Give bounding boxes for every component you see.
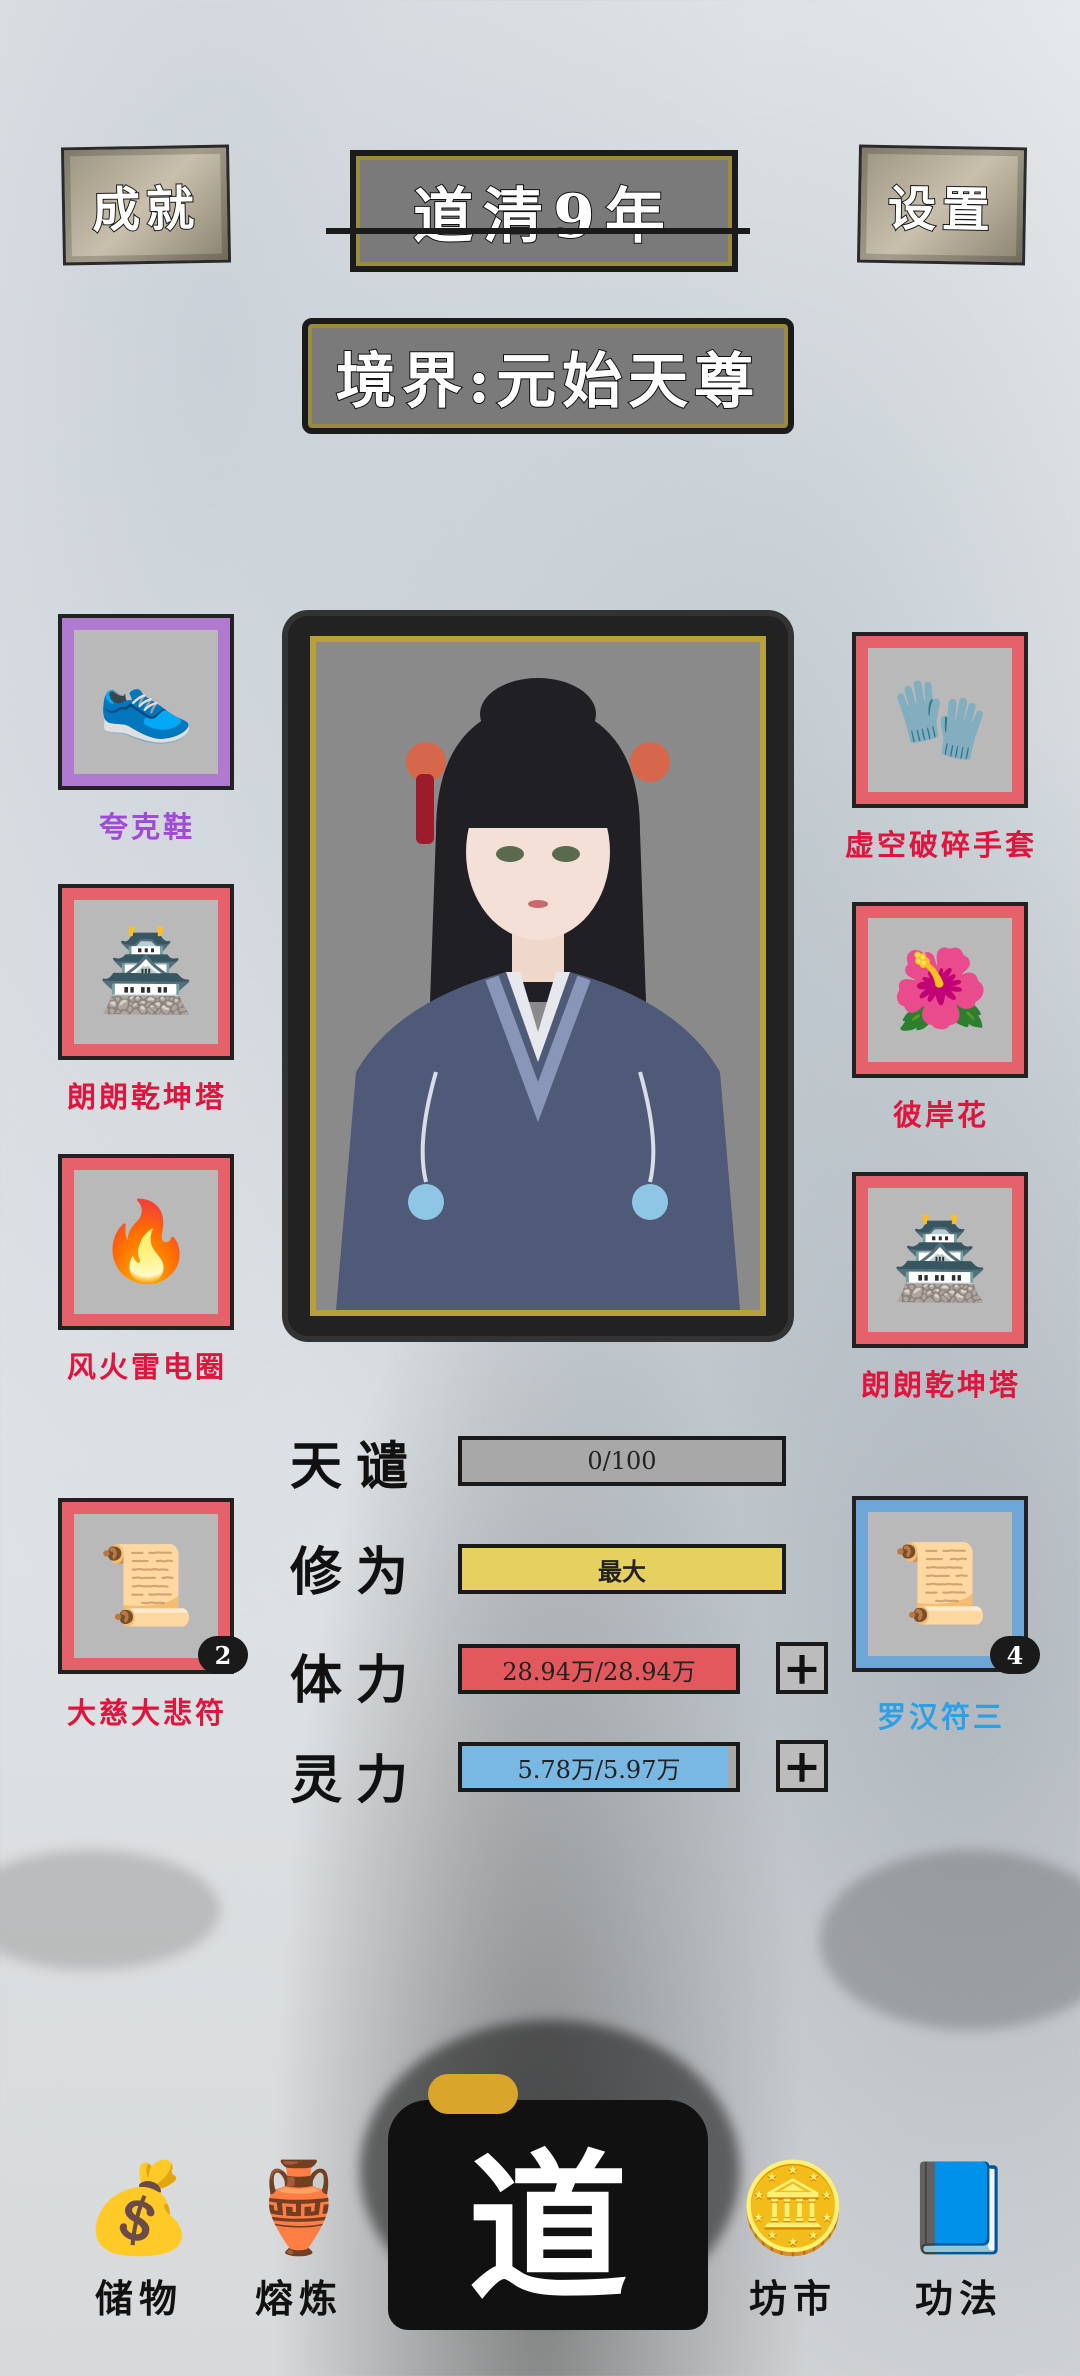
realm-label: 境界:元始天尊 [335,346,761,418]
year-title: 道清9年 [412,181,675,253]
talisman-icon: 📜 [74,1514,218,1658]
year-title-banner: 道清9年 [350,150,738,272]
equip-slot-left-1[interactable]: 👟 [58,614,234,790]
equip-slot-right-2[interactable]: 🌺 [852,902,1028,1078]
nav-smelting-label: 熔炼 [254,2276,343,2321]
equip-slot-right-1[interactable]: 🧤 [852,632,1028,808]
add-spirit-button[interactable]: + [776,1740,828,1792]
equip-name-left-4: 大慈大悲符 [66,1696,227,1730]
character-portrait [310,636,766,1316]
nav-market[interactable]: 🪙 坊市 [718,2150,868,2323]
character-illustration [336,678,740,1310]
equip-name-right-1: 虚空破碎手套 [844,828,1037,862]
nav-storage-label: 储物 [94,2276,183,2321]
cultivation-value: 最大 [598,1556,646,1586]
spirit-value: 5.78万/5.97万 [517,1755,681,1784]
tribulation-label: 天谴 [290,1436,423,1497]
pagoda-icon: 🏯 [74,900,218,1044]
shoe-icon: 👟 [74,630,218,774]
banner-rod [326,228,750,234]
character-portrait-frame [288,616,788,1336]
item-count-badge: 2 [198,1636,248,1674]
spirit-label: 灵力 [290,1750,423,1811]
equip-name-left-1: 夸克鞋 [98,810,195,844]
dao-button[interactable]: 道 [388,2074,708,2330]
ink-wash-decoration [820,1850,1080,2030]
cloud-ornament-icon [428,2074,518,2114]
cauldron-icon: 🏺 [244,2156,354,2259]
equip-name-right-3: 朗朗乾坤塔 [860,1368,1021,1402]
cultivation-label: 修为 [290,1542,423,1603]
achievements-button[interactable]: 成就 [60,144,232,266]
nav-smelting[interactable]: 🏺 熔炼 [224,2150,374,2323]
achievements-label: 成就 [91,180,202,240]
realm-banner: 境界:元始天尊 [302,318,794,434]
book-icon: 📘 [904,2156,1014,2259]
spider-lily-icon: 🌺 [868,918,1012,1062]
nav-techniques-label: 功法 [914,2276,1003,2321]
equip-name-right-4: 罗汉符三 [876,1700,1005,1734]
nav-storage[interactable]: 💰 储物 [64,2150,214,2323]
equip-slot-right-3[interactable]: 🏯 [852,1172,1028,1348]
talisman-icon: 📜 [868,1512,1012,1656]
tribulation-value: 0/100 [587,1447,657,1475]
nav-techniques[interactable]: 📘 功法 [884,2150,1034,2323]
stamina-value: 28.94万/28.94万 [502,1657,696,1686]
equip-slot-left-2[interactable]: 🏯 [58,884,234,1060]
tribulation-bar: 0/100 [458,1436,786,1486]
spirit-bar: 5.78万/5.97万 [458,1742,740,1792]
equip-name-right-2: 彼岸花 [892,1098,989,1132]
coins-icon: 🪙 [738,2156,848,2259]
add-stamina-button[interactable]: + [776,1642,828,1694]
fire-ring-icon: 🔥 [74,1170,218,1314]
equip-name-left-3: 风火雷电圈 [66,1350,227,1384]
cultivation-bar: 最大 [458,1544,786,1594]
settings-button[interactable]: 设置 [856,144,1028,266]
stamina-bar: 28.94万/28.94万 [458,1644,740,1694]
stamina-label: 体力 [290,1650,423,1711]
pagoda-icon: 🏯 [868,1188,1012,1332]
settings-label: 设置 [886,180,997,240]
dao-label: 道 [467,2134,628,2322]
glove-icon: 🧤 [868,648,1012,792]
equip-slot-left-3[interactable]: 🔥 [58,1154,234,1330]
item-count-badge: 4 [990,1636,1040,1674]
nav-market-label: 坊市 [748,2276,837,2321]
equip-name-left-2: 朗朗乾坤塔 [66,1080,227,1114]
ink-wash-decoration [0,1850,220,1970]
bag-icon: 💰 [84,2156,194,2259]
